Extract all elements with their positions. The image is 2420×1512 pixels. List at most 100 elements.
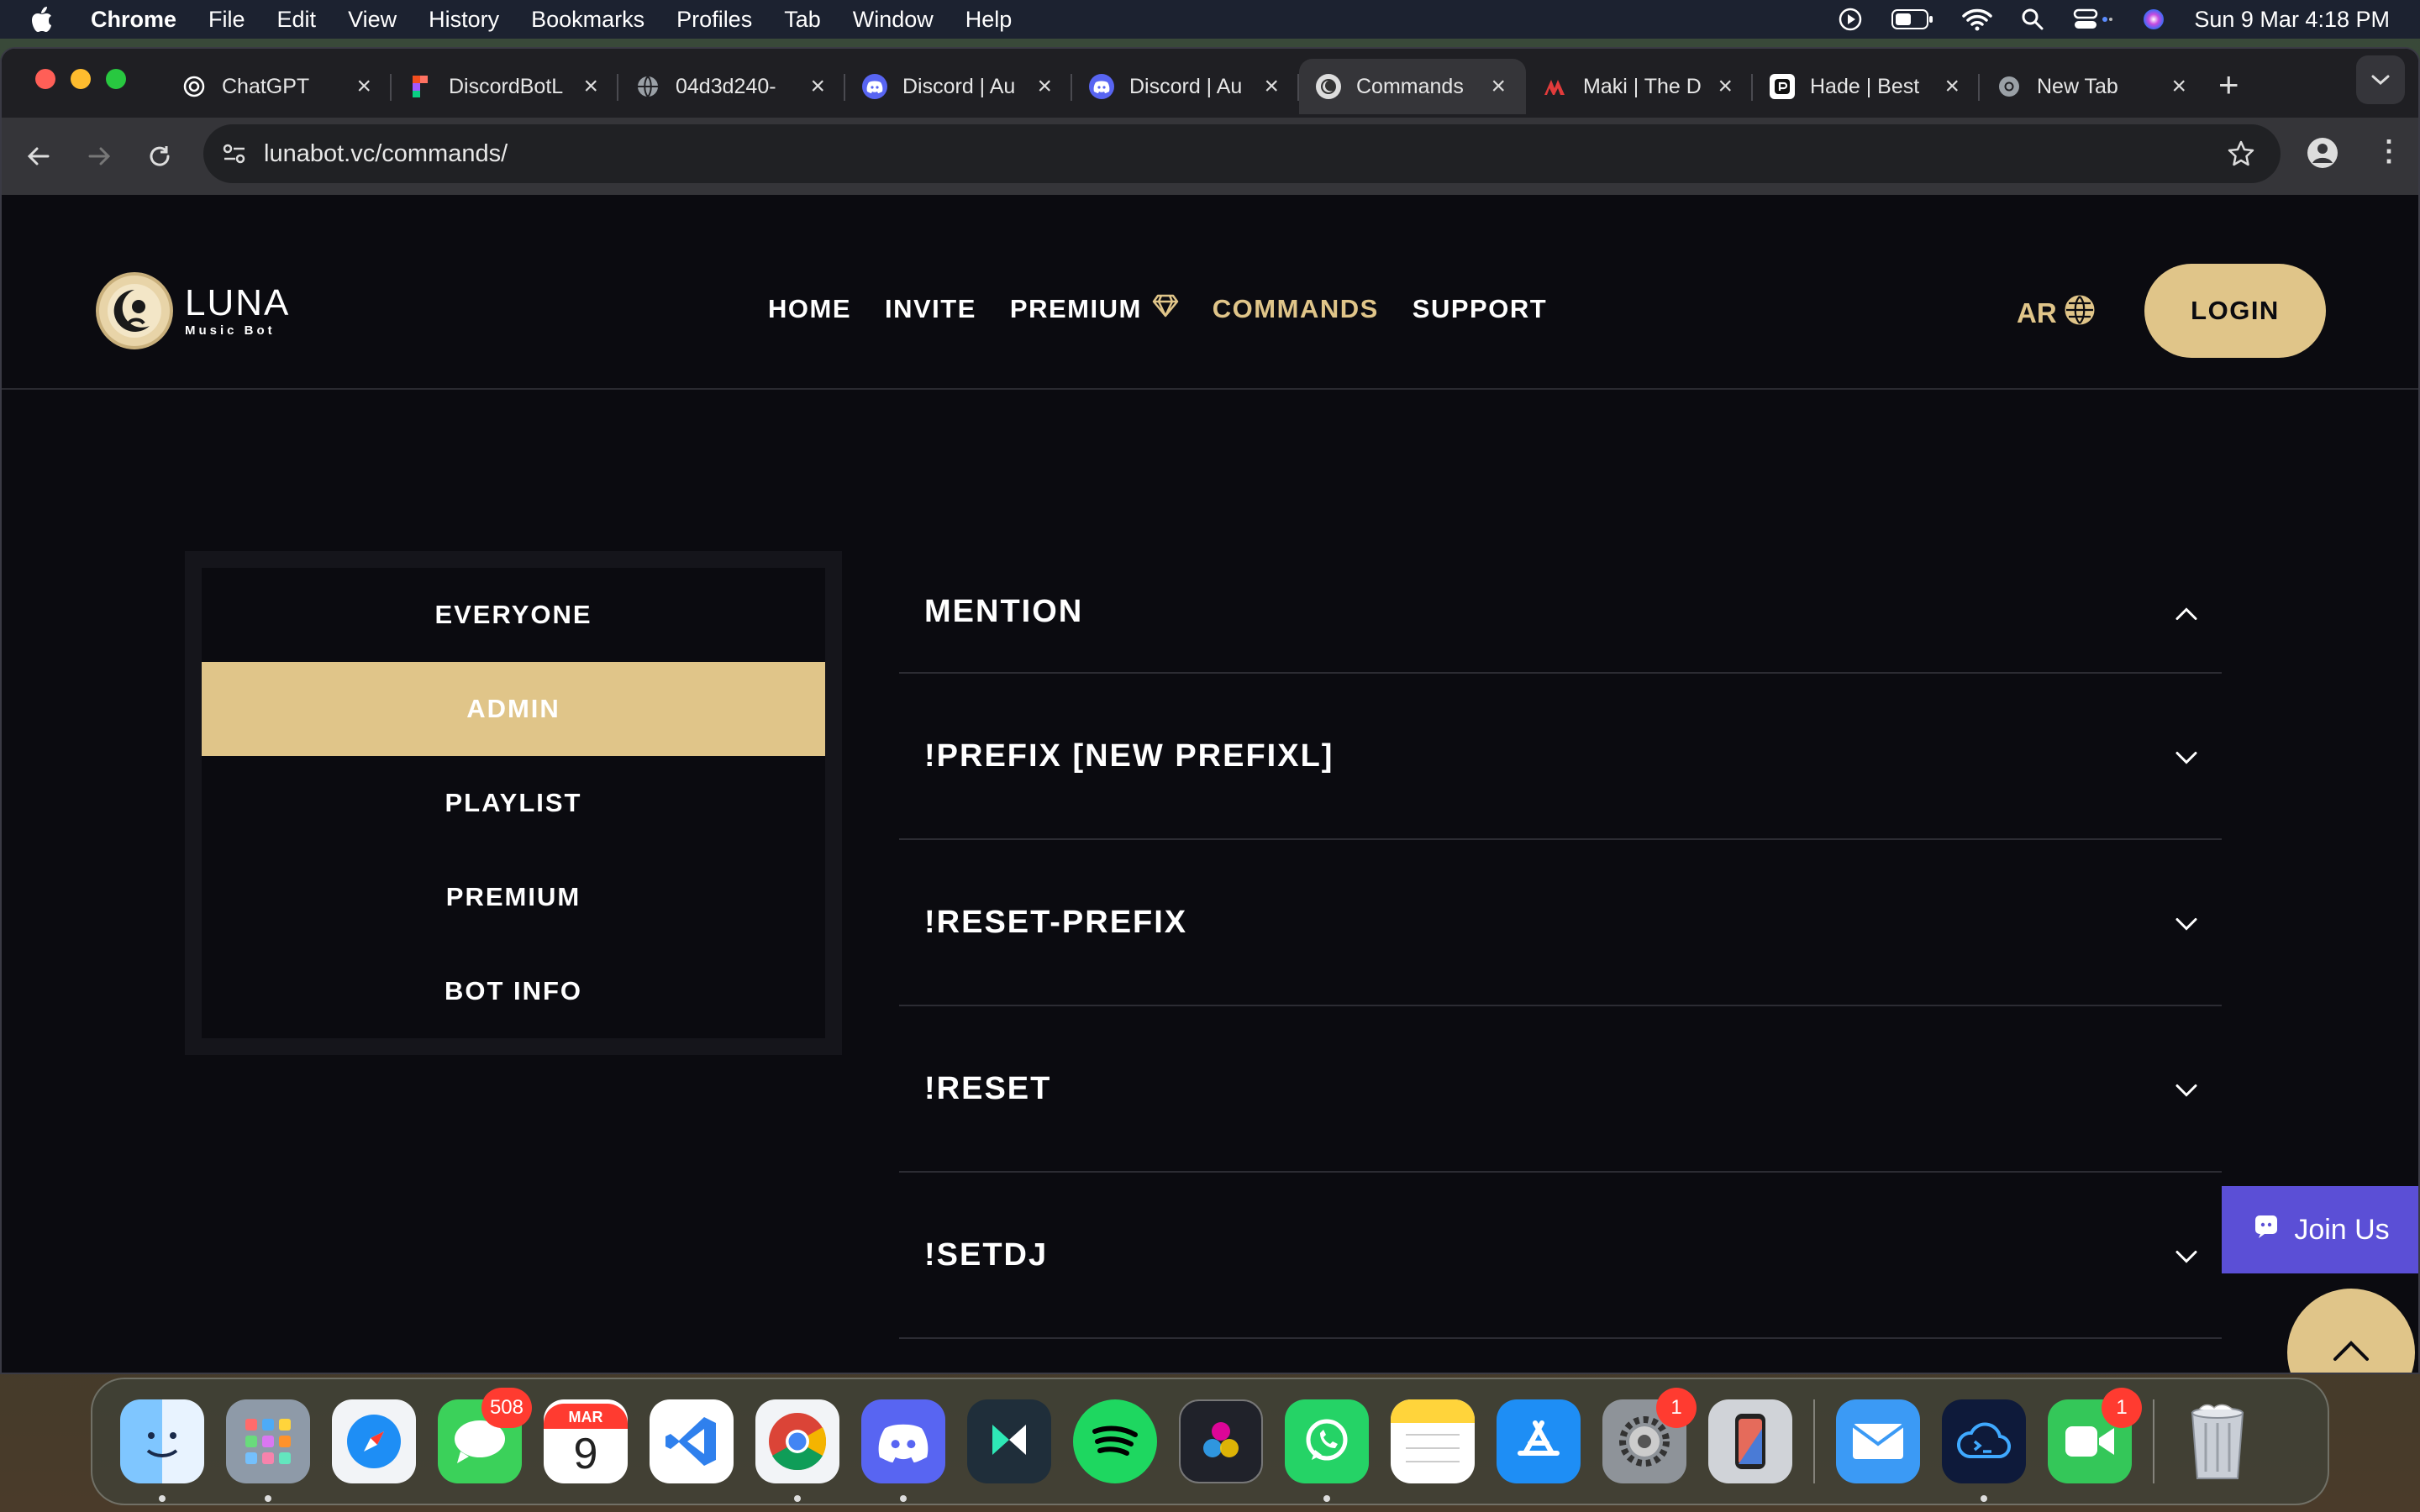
address-bar[interactable]: lunabot.vc/commands/ — [203, 124, 2281, 183]
finder-icon[interactable] — [120, 1399, 204, 1502]
control-center-icon[interactable] — [2073, 8, 2113, 31]
menu-edit[interactable]: Edit — [277, 7, 317, 33]
profile-avatar-icon[interactable] — [2306, 136, 2339, 174]
trash-icon[interactable] — [2175, 1399, 2260, 1483]
calendar-icon[interactable]: MAR 9 — [544, 1399, 628, 1483]
menu-app-name[interactable]: Chrome — [91, 7, 176, 33]
category-admin[interactable]: ADMIN — [202, 662, 825, 756]
menu-tab[interactable]: Tab — [784, 7, 821, 33]
category-everyone[interactable]: EVERYONE — [202, 568, 825, 662]
launchpad-icon[interactable] — [226, 1399, 310, 1502]
luna-logo[interactable]: LUNA Music Bot — [96, 272, 290, 349]
nav-home[interactable]: HOME — [768, 294, 851, 324]
command-item-prefix[interactable]: !PREFIX [NEW PREFIXL] — [899, 674, 2222, 840]
hade-icon — [1770, 74, 1795, 99]
command-item-reset-prefix[interactable]: !RESET-PREFIX — [899, 840, 2222, 1006]
system-settings-icon[interactable]: 1 — [1602, 1388, 1697, 1483]
new-tab-plus-icon[interactable]: + — [2218, 67, 2239, 102]
close-tab-icon[interactable]: × — [2171, 72, 2186, 101]
tab-search-chevron-icon[interactable] — [2356, 55, 2405, 104]
language-switcher[interactable]: AR — [2017, 294, 2096, 333]
siri-icon[interactable] — [2142, 8, 2165, 31]
tab-discordbot[interactable]: DiscordBotL × — [392, 59, 618, 114]
close-tab-icon[interactable]: × — [1491, 72, 1506, 101]
mail-icon[interactable] — [1836, 1399, 1920, 1483]
login-button[interactable]: LOGIN — [2144, 264, 2326, 358]
zoom-window-button[interactable] — [106, 69, 126, 89]
menu-bookmarks[interactable]: Bookmarks — [531, 7, 644, 33]
chevron-down-icon[interactable] — [2175, 1071, 2198, 1107]
menu-view[interactable]: View — [348, 7, 397, 33]
close-tab-icon[interactable]: × — [583, 72, 598, 101]
menu-profiles[interactable]: Profiles — [676, 7, 752, 33]
macos-menubar: Chrome File Edit View History Bookmarks … — [0, 0, 2420, 39]
tab-hade[interactable]: Hade | Best × — [1753, 59, 1980, 114]
messages-icon[interactable]: 508 — [438, 1388, 532, 1483]
close-tab-icon[interactable]: × — [1264, 72, 1279, 101]
tab-04d3d240[interactable]: 04d3d240- × — [618, 59, 845, 114]
minimize-window-button[interactable] — [71, 69, 91, 89]
tab-title: Commands — [1356, 74, 1464, 98]
close-tab-icon[interactable]: × — [1718, 72, 1733, 101]
chevron-down-icon[interactable] — [2175, 1237, 2198, 1273]
apple-icon[interactable] — [30, 6, 69, 33]
tab-commands[interactable]: Commands × — [1299, 59, 1526, 114]
category-list: EVERYONE ADMIN PLAYLIST PREMIUM BOT INFO — [202, 568, 825, 1038]
nav-support[interactable]: SUPPORT — [1413, 294, 1547, 324]
spotlight-search-icon[interactable] — [2021, 8, 2044, 31]
reload-icon[interactable] — [145, 144, 175, 169]
url-text[interactable]: lunabot.vc/commands/ — [264, 140, 508, 168]
close-tab-icon[interactable]: × — [1037, 72, 1052, 101]
filmora-icon[interactable] — [967, 1399, 1051, 1483]
chevron-down-icon[interactable] — [2175, 738, 2198, 774]
chevron-down-icon[interactable] — [2175, 905, 2198, 941]
tab-discord-auth-2[interactable]: Discord | Au × — [1072, 59, 1299, 114]
site-info-icon[interactable] — [222, 142, 247, 165]
menu-help[interactable]: Help — [965, 7, 1013, 33]
chrome-app-icon[interactable] — [755, 1399, 839, 1502]
join-us-button[interactable]: Join Us — [2222, 1186, 2418, 1273]
command-item-reset[interactable]: !RESET — [899, 1006, 2222, 1173]
tab-new-tab[interactable]: New Tab × — [1980, 59, 2207, 114]
tab-discord-auth-1[interactable]: Discord | Au × — [845, 59, 1072, 114]
nav-commands[interactable]: COMMANDS — [1213, 294, 1379, 324]
menu-window[interactable]: Window — [853, 7, 934, 33]
wifi-icon[interactable] — [1962, 8, 1993, 31]
battery-icon[interactable] — [1891, 8, 1933, 30]
iphone-mirroring-icon[interactable] — [1708, 1399, 1792, 1483]
nav-invite[interactable]: INVITE — [885, 294, 976, 324]
category-playlist[interactable]: PLAYLIST — [202, 756, 825, 850]
close-window-button[interactable] — [35, 69, 55, 89]
vscode-icon[interactable] — [650, 1399, 734, 1483]
spotify-icon[interactable] — [1073, 1399, 1157, 1483]
notes-icon[interactable] — [1391, 1399, 1475, 1483]
app-store-icon[interactable] — [1497, 1399, 1581, 1483]
menu-history[interactable]: History — [429, 7, 499, 33]
category-premium[interactable]: PREMIUM — [202, 850, 825, 944]
scroll-to-top-button[interactable] — [2287, 1289, 2415, 1373]
davinci-resolve-icon[interactable] — [1179, 1399, 1263, 1483]
command-name: !SETDJ — [924, 1236, 1049, 1273]
chevron-up-icon[interactable] — [2175, 594, 2198, 630]
command-item-setdj[interactable]: !SETDJ — [899, 1173, 2222, 1339]
bookmark-star-icon[interactable] — [2227, 139, 2255, 175]
chrome-menu-kebab-icon[interactable]: ⋮ — [2375, 134, 2403, 168]
category-bot-info[interactable]: BOT INFO — [202, 944, 825, 1038]
back-arrow-icon[interactable] — [24, 144, 54, 168]
terminal-cloud-icon[interactable] — [1942, 1399, 2026, 1502]
menubar-clock[interactable]: Sun 9 Mar 4:18 PM — [2194, 7, 2390, 33]
whatsapp-icon[interactable] — [1285, 1399, 1369, 1502]
menu-file[interactable]: File — [208, 7, 245, 33]
command-item-mention[interactable]: MENTION — [899, 551, 2222, 674]
safari-icon[interactable] — [332, 1399, 416, 1483]
tab-chatgpt[interactable]: ChatGPT × — [165, 59, 392, 114]
forward-arrow-icon[interactable] — [84, 144, 114, 168]
close-tab-icon[interactable]: × — [356, 72, 371, 101]
nav-premium[interactable]: PREMIUM — [1010, 294, 1179, 324]
facetime-icon[interactable]: 1 — [2048, 1388, 2142, 1483]
play-status-icon[interactable] — [1838, 7, 1863, 32]
close-tab-icon[interactable]: × — [1944, 72, 1960, 101]
tab-maki[interactable]: Maki | The D × — [1526, 59, 1753, 114]
close-tab-icon[interactable]: × — [810, 72, 825, 101]
discord-app-icon[interactable] — [861, 1399, 945, 1502]
